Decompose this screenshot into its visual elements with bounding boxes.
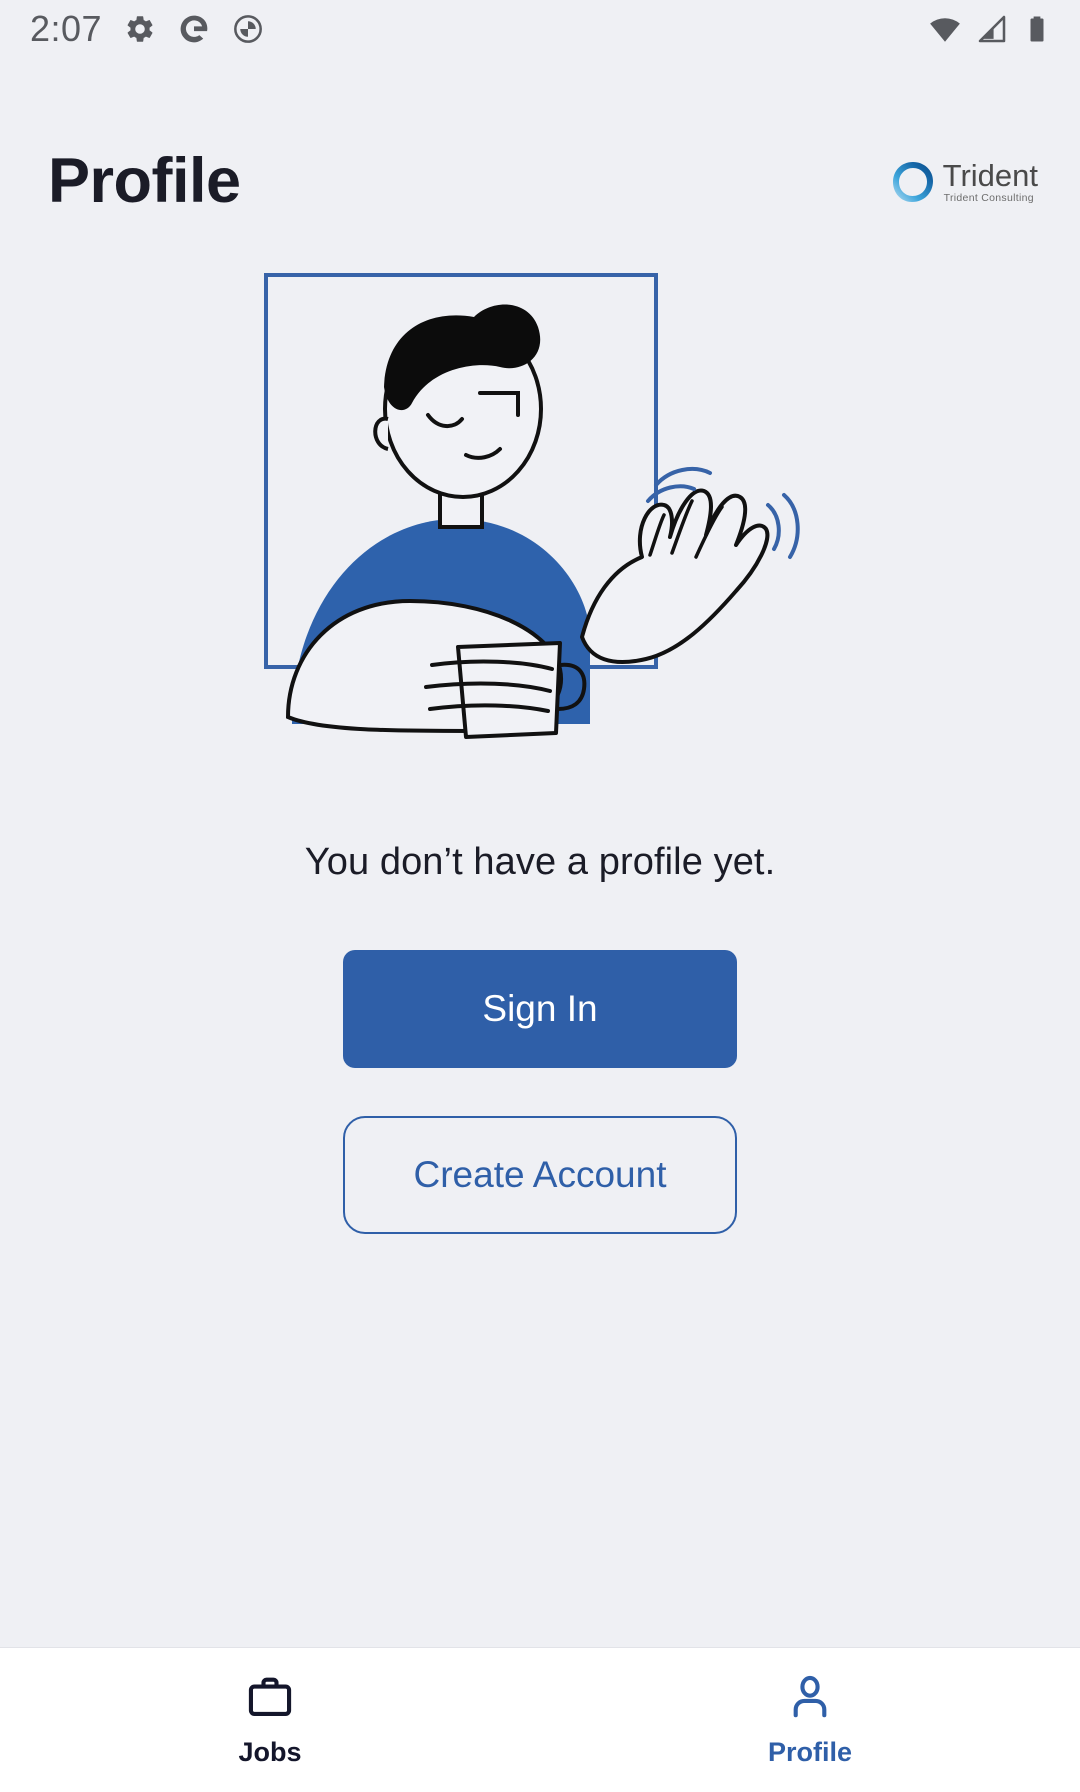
- status-bar-left-group: 2:07: [30, 8, 264, 50]
- empty-state-message: You don’t have a profile yet.: [304, 841, 776, 883]
- status-bar-clock: 2:07: [30, 8, 103, 49]
- brand-tagline: Trident Consulting: [943, 191, 1034, 204]
- nav-item-jobs[interactable]: Jobs: [0, 1648, 540, 1792]
- main-content: You don’t have a profile yet. Sign In Cr…: [0, 213, 1080, 1647]
- status-bar-right-group: [928, 12, 1052, 46]
- nav-item-profile[interactable]: Profile: [540, 1648, 1080, 1792]
- brand-logo: Trident Trident Consulting: [888, 157, 1038, 207]
- app-screen: 2:07 Profile Trident Trident Consulting …: [0, 0, 1080, 1792]
- do-not-disturb-icon: [234, 15, 263, 43]
- brand-text-group: Trident Trident Consulting: [943, 160, 1038, 204]
- create-account-button[interactable]: Create Account: [343, 1116, 737, 1234]
- sign-in-button[interactable]: Sign In: [343, 950, 737, 1068]
- page-header: Profile Trident Trident Consulting: [0, 58, 1080, 213]
- person-waving-with-mug-illustration: [264, 273, 800, 739]
- wifi-icon: [930, 18, 960, 42]
- briefcase-icon: [248, 1677, 292, 1716]
- page-title: Profile: [48, 146, 241, 216]
- nav-label-jobs: Jobs: [238, 1737, 302, 1767]
- cellular-signal-icon: [978, 15, 1006, 43]
- google-g-icon: [180, 15, 208, 43]
- trident-ring-icon: [892, 161, 933, 202]
- bottom-navigation-bar: Jobs Profile: [0, 1647, 1080, 1792]
- auth-actions: Sign In Create Account: [343, 950, 737, 1234]
- person-icon: [793, 1675, 827, 1718]
- brand-name: Trident: [942, 157, 1038, 193]
- gear-icon: [127, 16, 153, 42]
- status-bar: 2:07: [0, 0, 1080, 58]
- nav-label-profile: Profile: [767, 1737, 853, 1767]
- battery-icon: [1030, 16, 1044, 42]
